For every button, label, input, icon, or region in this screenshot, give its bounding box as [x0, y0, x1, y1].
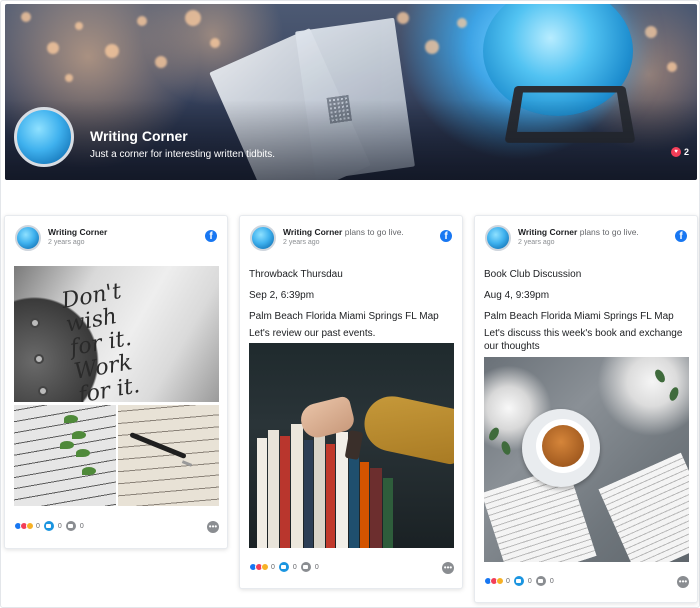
event-description: Let's discuss this week's book and excha… — [484, 328, 683, 352]
post-author: Writing Corner plans to go live. — [283, 227, 404, 237]
shares-count: 0 — [314, 563, 319, 571]
page-description: Just a corner for interesting written ti… — [90, 149, 276, 160]
comment-icon[interactable] — [278, 562, 289, 572]
post-header: Writing Corner 2 years ago f — [15, 225, 217, 253]
reactions-icon[interactable] — [249, 563, 269, 571]
comment-icon[interactable] — [43, 521, 54, 531]
post-time[interactable]: 2 years ago — [518, 239, 555, 246]
post-photo[interactable] — [484, 357, 689, 562]
post-author: Writing Corner — [48, 227, 107, 237]
event-date: Sep 2, 6:39pm — [249, 290, 315, 301]
post-card: Writing Corner plans to go live. 2 years… — [239, 215, 463, 589]
shares-count: 0 — [549, 577, 554, 585]
author-name[interactable]: Writing Corner — [48, 227, 107, 237]
reactions-count: 0 — [36, 522, 40, 530]
post-photo[interactable] — [249, 343, 454, 548]
event-title: Book Club Discussion — [484, 269, 582, 280]
facebook-icon[interactable]: f — [440, 230, 452, 242]
post-time[interactable]: 2 years ago — [283, 239, 320, 246]
page-avatar[interactable] — [14, 107, 74, 167]
comment-icon[interactable] — [513, 576, 524, 586]
comments-count: 0 — [57, 522, 62, 530]
post-action: plans to go live. — [579, 227, 639, 237]
event-description: Let's review our past events. — [249, 328, 376, 339]
post-author: Writing Corner plans to go live. — [518, 227, 639, 237]
photo-script-text: Don't wish for it. Work for it. — [59, 278, 142, 402]
post-header: Writing Corner plans to go live. 2 years… — [250, 225, 452, 253]
author-name[interactable]: Writing Corner — [518, 227, 577, 237]
more-options-icon[interactable]: ••• — [677, 576, 689, 588]
facebook-icon[interactable]: f — [205, 230, 217, 242]
comments-count: 0 — [527, 577, 532, 585]
more-options-icon[interactable]: ••• — [442, 562, 454, 574]
post-header: Writing Corner plans to go live. 2 years… — [485, 225, 687, 253]
author-avatar[interactable] — [485, 225, 511, 251]
author-avatar[interactable] — [15, 225, 41, 251]
facebook-icon[interactable]: f — [675, 230, 687, 242]
feed-widget: Writing Corner Just a corner for interes… — [0, 0, 700, 608]
share-icon[interactable] — [65, 521, 76, 531]
more-options-icon[interactable]: ••• — [207, 521, 219, 533]
post-engagement: 0 0 0 — [14, 519, 84, 533]
event-location[interactable]: Palm Beach Florida Miami Springs FL Map — [484, 310, 690, 323]
event-date: Aug 4, 9:39pm — [484, 290, 550, 301]
page-title[interactable]: Writing Corner — [90, 128, 188, 144]
author-name[interactable]: Writing Corner — [283, 227, 342, 237]
post-card: Writing Corner 2 years ago f Don't wish … — [4, 215, 228, 549]
post-action: plans to go live. — [344, 227, 404, 237]
reactions-icon[interactable] — [484, 577, 504, 585]
post-photo[interactable] — [14, 405, 116, 506]
reactions-count: 0 — [271, 563, 275, 571]
reactions-count: 0 — [506, 577, 510, 585]
comments-count: 0 — [292, 563, 297, 571]
share-icon[interactable] — [535, 576, 546, 586]
reactions-icon[interactable] — [14, 522, 34, 530]
event-title: Throwback Thursdau — [249, 269, 343, 280]
post-engagement: 0 0 0 — [484, 574, 554, 588]
post-engagement: 0 0 0 — [249, 560, 319, 574]
share-icon[interactable] — [300, 562, 311, 572]
author-avatar[interactable] — [250, 225, 276, 251]
heart-icon: ♥ — [670, 147, 681, 157]
event-location[interactable]: Palm Beach Florida Miami Springs FL Map — [249, 310, 455, 323]
post-photo[interactable]: Don't wish for it. Work for it. — [14, 266, 219, 402]
post-card: Writing Corner plans to go live. 2 years… — [474, 215, 698, 603]
post-time[interactable]: 2 years ago — [48, 239, 85, 246]
shares-count: 0 — [79, 522, 84, 530]
page-likes: ♥ 2 — [670, 147, 689, 157]
post-photo[interactable] — [118, 405, 219, 506]
likes-count: 2 — [683, 147, 689, 157]
